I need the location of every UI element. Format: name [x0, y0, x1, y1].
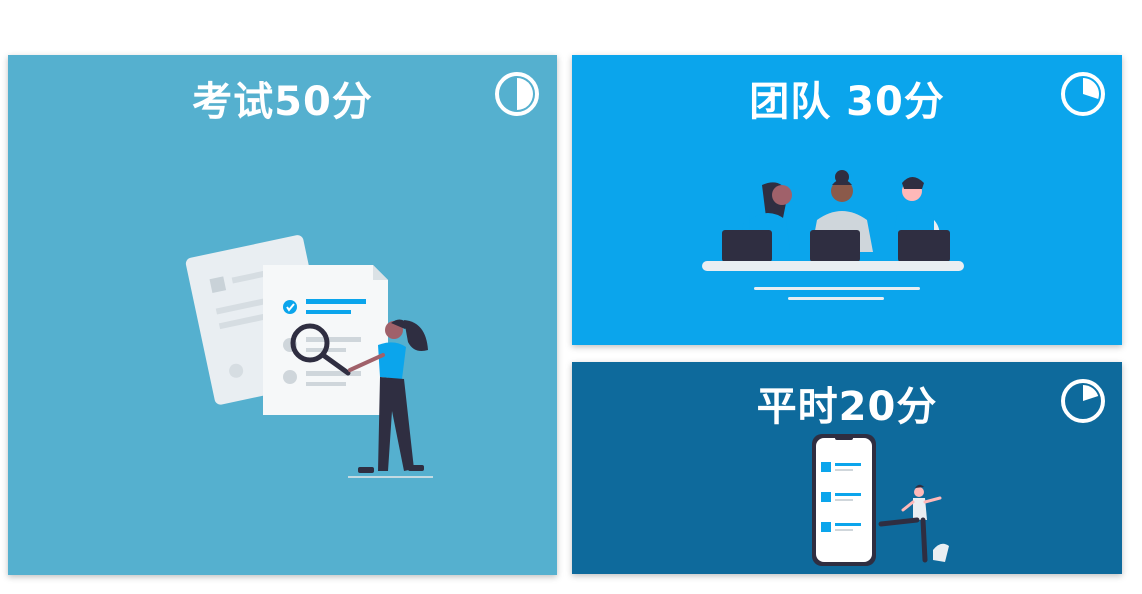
- exam-panel: 考试50分: [8, 55, 557, 575]
- team-meeting-illustration: [702, 170, 964, 300]
- daily-title: 平时20分: [756, 384, 938, 430]
- laptop-right: [898, 230, 950, 262]
- exam-review-illustration: [185, 235, 433, 478]
- pie-chart-icon: [1061, 72, 1105, 116]
- laptop-left: [722, 230, 772, 262]
- half-pie-icon: [495, 72, 539, 116]
- table: [702, 261, 964, 271]
- check-icon: [283, 300, 297, 314]
- daily-panel: 平时20分: [572, 362, 1122, 574]
- team-panel: 团队 30分: [572, 55, 1122, 345]
- laptop-middle: [810, 230, 860, 262]
- pie-chart-icon: [1061, 379, 1105, 423]
- phone-icon: [812, 434, 876, 566]
- team-title: 团队 30分: [749, 79, 945, 125]
- mobile-checklist-illustration: [812, 434, 949, 566]
- exam-title: 考试50分: [192, 79, 373, 125]
- person-kicking: [878, 484, 949, 563]
